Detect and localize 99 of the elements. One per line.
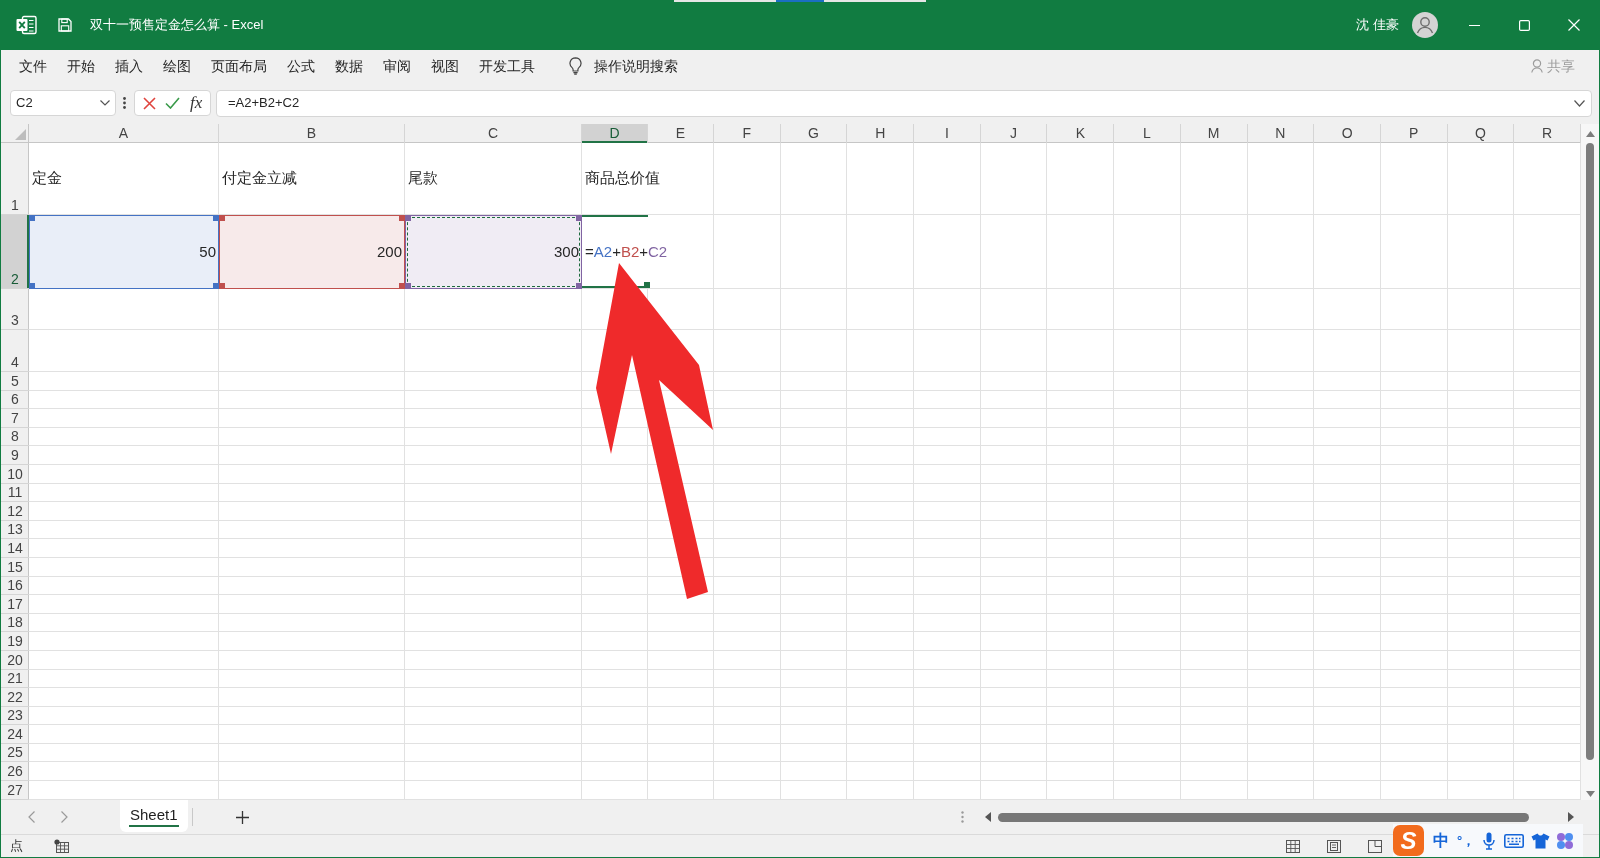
spreadsheet-logo-icon: [16, 15, 37, 35]
column-header[interactable]: R: [1514, 124, 1581, 143]
handle-icon[interactable]: [576, 216, 581, 221]
table-icon[interactable]: [54, 839, 69, 853]
vertical-scrollbar[interactable]: [1581, 124, 1599, 800]
row-header[interactable]: 9: [1, 446, 29, 465]
add-sheet-button[interactable]: [235, 810, 249, 824]
lightbulb-icon: [569, 57, 582, 75]
plus-icon: [235, 810, 249, 824]
minimize-icon: [1468, 24, 1480, 26]
cancel-button[interactable]: [142, 96, 156, 110]
menu-tab[interactable]: 数据: [325, 50, 373, 82]
chevron-down-icon: [100, 100, 110, 106]
cross-icon: [142, 96, 156, 110]
row-header[interactable]: 7: [1, 409, 29, 428]
cell-value: 200: [376, 241, 402, 262]
cell-value: 300: [553, 241, 579, 262]
avatar-icon[interactable]: [1412, 12, 1438, 38]
menu-tab[interactable]: 视图: [421, 50, 469, 82]
insert-function-button[interactable]: fx: [189, 93, 203, 113]
check-icon: [165, 97, 181, 109]
column-header[interactable]: P: [1380, 124, 1448, 143]
formula-input[interactable]: =A2+B2+C2: [216, 89, 1592, 117]
scrollbar-thumb[interactable]: [998, 812, 1529, 822]
column-header[interactable]: E: [648, 124, 714, 143]
column-header[interactable]: O: [1314, 124, 1381, 143]
caret-up-icon[interactable]: [1585, 131, 1595, 137]
row-header[interactable]: 24: [1, 725, 29, 744]
column-header[interactable]: B: [219, 124, 405, 143]
handle-icon[interactable]: [30, 283, 35, 288]
menu-tab[interactable]: 绘图: [153, 50, 201, 82]
status-mode: 点: [10, 837, 23, 856]
menu-tab[interactable]: 公式: [277, 50, 325, 82]
menu-tab[interactable]: 开始: [57, 50, 105, 82]
column-header[interactable]: M: [1180, 124, 1248, 143]
row-header[interactable]: 22: [1, 688, 29, 707]
sheet-tab[interactable]: Sheet1: [120, 800, 188, 832]
column-header[interactable]: D: [582, 124, 648, 143]
menu-tab[interactable]: 插入: [105, 50, 153, 82]
column-header[interactable]: J: [980, 124, 1048, 143]
row-header[interactable]: 5: [1, 372, 29, 391]
column-header[interactable]: K: [1047, 124, 1115, 143]
keyboard-icon[interactable]: [1504, 833, 1525, 848]
chevron-down-icon[interactable]: [1574, 99, 1585, 107]
menu-tab[interactable]: 文件: [9, 50, 57, 82]
fill-handle-icon[interactable]: [644, 282, 650, 288]
column-header[interactable]: G: [780, 124, 848, 143]
enter-button[interactable]: [165, 97, 181, 109]
row-header[interactable]: 2: [1, 215, 29, 289]
chevron-left-icon[interactable]: [28, 811, 35, 823]
column-header[interactable]: H: [847, 124, 915, 143]
row-header[interactable]: 26: [1, 762, 29, 782]
column-header[interactable]: C: [405, 124, 582, 143]
grid-icon[interactable]: [1286, 839, 1300, 853]
row-header[interactable]: 1: [1, 143, 29, 215]
menu-tab[interactable]: 页面布局: [201, 50, 277, 82]
column-header[interactable]: F: [714, 124, 781, 143]
row-header[interactable]: 19: [1, 632, 29, 651]
close-icon: [1568, 19, 1580, 31]
column-header[interactable]: I: [914, 124, 981, 143]
column-header[interactable]: L: [1114, 124, 1181, 143]
language-toggle[interactable]: 中: [1433, 830, 1449, 851]
caret-right-icon[interactable]: [1568, 812, 1574, 822]
shirt-icon[interactable]: [1531, 832, 1551, 849]
handle-icon[interactable]: [30, 216, 35, 221]
scrollbar-thumb[interactable]: [1586, 143, 1594, 760]
more-icon[interactable]: [123, 97, 126, 109]
formula-text: =A2+B2+C2: [585, 242, 668, 261]
menu-tab[interactable]: 开发工具: [469, 50, 545, 82]
menu-tab[interactable]: 审阅: [373, 50, 421, 82]
save-button[interactable]: [58, 18, 72, 32]
page-icon[interactable]: [1327, 839, 1341, 853]
chevron-right-icon[interactable]: [61, 811, 68, 823]
user-name: 沈 佳豪: [1356, 16, 1399, 35]
name-box[interactable]: C2: [10, 90, 116, 116]
column-header[interactable]: Q: [1447, 124, 1515, 143]
clover-icon[interactable]: [1556, 831, 1575, 850]
caret-down-icon[interactable]: [1585, 791, 1595, 797]
row-header[interactable]: 3: [1, 289, 29, 330]
maximize-icon: [1518, 19, 1530, 31]
row-header[interactable]: 27: [1, 781, 29, 800]
person-icon: [1531, 59, 1544, 73]
window-title: 双十一预售定金怎么算 - Excel: [90, 16, 264, 35]
column-header[interactable]: N: [1247, 124, 1315, 143]
page-break-icon[interactable]: [1368, 839, 1382, 853]
row-header[interactable]: 4: [1, 330, 29, 372]
tell-me-search[interactable]: 操作说明搜索: [569, 50, 678, 82]
cell-value: 50: [199, 241, 216, 262]
row-header[interactable]: 17: [1, 595, 29, 614]
triangle-icon: [15, 129, 26, 140]
column-header[interactable]: A: [29, 124, 219, 143]
row-header[interactable]: 12: [1, 502, 29, 521]
microphone-icon[interactable]: [1483, 831, 1496, 850]
row-header[interactable]: 14: [1, 539, 29, 558]
handle-icon[interactable]: [576, 283, 581, 288]
punctuation-toggle[interactable]: °，: [1457, 831, 1476, 850]
caret-left-icon[interactable]: [985, 812, 991, 822]
save-icon: [58, 18, 72, 32]
splitter-dots-icon[interactable]: [961, 811, 964, 823]
